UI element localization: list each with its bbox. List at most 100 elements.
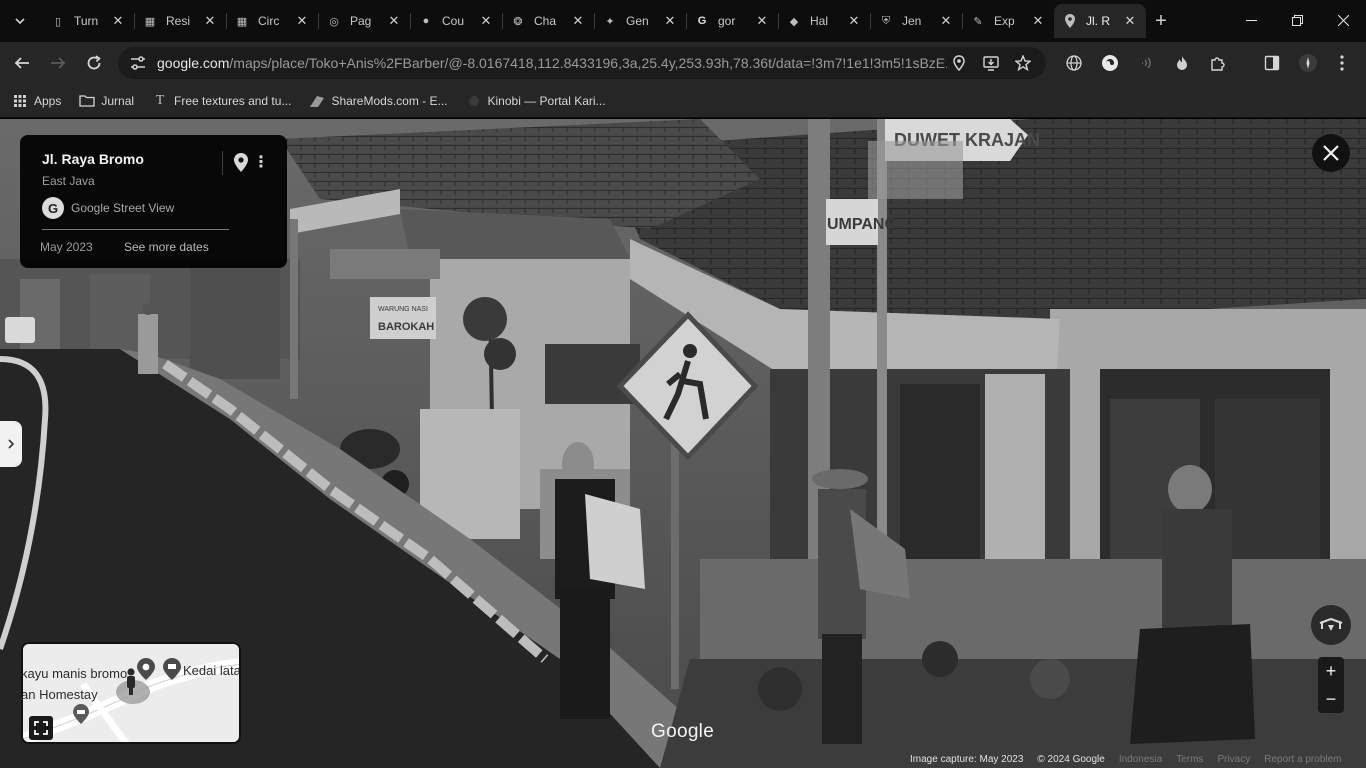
restore-icon [1291, 14, 1303, 26]
tab[interactable]: ▯ Turn ✕ [42, 4, 134, 38]
country-link[interactable]: Indonesia [1119, 754, 1162, 765]
grid-icon [12, 93, 28, 109]
location-title: Jl. Raya Bromo [42, 151, 144, 167]
minimize-icon [1245, 19, 1257, 21]
privacy-link[interactable]: Privacy [1217, 754, 1250, 765]
zoom-out-button[interactable]: − [1318, 685, 1344, 713]
forward-button[interactable] [44, 49, 72, 77]
see-more-dates-link[interactable]: See more dates [124, 240, 209, 254]
hotel-pin-icon[interactable] [73, 704, 89, 724]
tab[interactable]: G gor ✕ [686, 4, 778, 38]
zoom-controls: + − [1318, 657, 1344, 713]
bookmarks-bar: Apps Jurnal T Free textures and tu... Sh… [0, 84, 1366, 118]
pegman-icon[interactable] [125, 668, 137, 696]
zoom-in-button[interactable]: + [1318, 657, 1344, 685]
close-tab-icon[interactable]: ✕ [478, 13, 494, 29]
audio-extension-button[interactable] [1132, 49, 1160, 77]
qr-icon: ▦ [144, 15, 156, 28]
tab-title: Pag [350, 14, 372, 28]
fire-extension-button[interactable] [1168, 49, 1196, 77]
install-app-icon[interactable] [980, 52, 1002, 74]
tab[interactable]: ✎ Exp ✕ [962, 4, 1054, 38]
map-pin-icon[interactable] [230, 151, 252, 173]
bookmark-free-textures[interactable]: T Free textures and tu... [152, 93, 292, 109]
location-pin-icon[interactable] [948, 52, 970, 74]
google-logo-icon: G [42, 197, 64, 219]
close-tab-icon[interactable]: ✕ [1122, 13, 1138, 29]
report-problem-link[interactable]: Report a problem [1264, 754, 1341, 765]
bookmark-sharemods[interactable]: ShareMods.com - E... [309, 93, 448, 109]
shop-sign-line2: BAROKAH [378, 321, 434, 333]
expand-map-button[interactable] [29, 716, 53, 740]
expand-side-panel-button[interactable] [0, 421, 22, 467]
url-path: /maps/place/Toko+Anis%2FBarber/@-8.01674… [229, 55, 947, 71]
translate-extension-button[interactable] [1060, 49, 1088, 77]
close-tab-icon[interactable]: ✕ [846, 13, 862, 29]
close-window-button[interactable] [1320, 0, 1366, 40]
tab[interactable]: ◆ Hal ✕ [778, 4, 870, 38]
sound-waves-icon [1142, 57, 1151, 69]
tab[interactable]: ◎ Pag ✕ [318, 4, 410, 38]
street-view-panorama[interactable]: DUWET KRAJAN UMPANG WARUNG NASI BAROKAH [0, 119, 1366, 768]
puzzle-icon: ✎ [973, 15, 983, 28]
bookmark-folder-jurnal[interactable]: Jurnal [79, 93, 134, 109]
tab[interactable]: ▦ Circ ✕ [226, 4, 318, 38]
tab-strip: ▯ Turn ✕ ▦ Resi ✕ ▦ Circ ✕ ◎ Pag ✕ ● Cou… [0, 0, 1366, 42]
tab-active[interactable]: Jl. R ✕ [1054, 4, 1146, 38]
extensions-button[interactable] [1204, 49, 1232, 77]
extension-button[interactable] [1096, 49, 1124, 77]
location-region: East Java [42, 174, 95, 188]
close-tab-icon[interactable]: ✕ [938, 13, 954, 29]
restore-button[interactable] [1274, 0, 1320, 40]
address-bar[interactable]: google.com/maps/place/Toko+Anis%2FBarber… [118, 47, 1046, 79]
close-tab-icon[interactable]: ✕ [202, 13, 218, 29]
browser-toolbar: google.com/maps/place/Toko+Anis%2FBarber… [0, 42, 1366, 84]
browser-menu-button[interactable] [1328, 49, 1356, 77]
close-tab-icon[interactable]: ✕ [662, 13, 678, 29]
side-panel-icon [1264, 55, 1280, 71]
tab[interactable]: ✦ Gen ✕ [594, 4, 686, 38]
chevron-right-icon [8, 439, 14, 449]
close-street-view-button[interactable] [1312, 134, 1350, 172]
reload-button[interactable] [80, 49, 108, 77]
minimize-button[interactable] [1228, 0, 1274, 40]
tab[interactable]: ⛨ Jen ✕ [870, 4, 962, 38]
bookmark-kinobi[interactable]: Kinobi — Portal Kari... [466, 93, 606, 109]
more-options-icon[interactable]: ⋮ [252, 151, 270, 173]
close-icon [1323, 145, 1339, 161]
minimap-place-label: Kedai lata [183, 663, 241, 678]
close-tab-icon[interactable]: ✕ [1030, 13, 1046, 29]
side-panel-button[interactable] [1258, 49, 1286, 77]
close-tab-icon[interactable]: ✕ [386, 13, 402, 29]
bookmark-apps[interactable]: Apps [12, 93, 61, 109]
compass-button[interactable] [1311, 605, 1351, 645]
new-tab-button[interactable]: + [1148, 8, 1174, 34]
tab-title: Hal [810, 14, 829, 28]
tab-search-button[interactable] [6, 7, 34, 35]
image-capture-date: Image capture: May 2023 [910, 753, 1024, 765]
minimap[interactable]: kayu manis bromo an Homestay Kedai lata [21, 642, 241, 744]
site-info-icon[interactable] [126, 51, 150, 75]
avatar [1299, 54, 1317, 72]
restaurant-pin-icon[interactable] [163, 658, 181, 680]
qr-icon: ▦ [236, 15, 248, 28]
maps-pin-icon [1062, 13, 1078, 29]
bookmark-star-icon[interactable] [1012, 52, 1034, 74]
close-tab-icon[interactable]: ✕ [754, 13, 770, 29]
back-button[interactable] [8, 49, 36, 77]
tab[interactable]: ▦ Resi ✕ [134, 4, 226, 38]
minimap-place-label: kayu manis bromo [21, 666, 128, 681]
fullscreen-icon [34, 721, 48, 735]
tab[interactable]: ❂ Cha ✕ [502, 4, 594, 38]
close-tab-icon[interactable]: ✕ [294, 13, 310, 29]
close-tab-icon[interactable]: ✕ [570, 13, 586, 29]
close-tab-icon[interactable]: ✕ [110, 13, 126, 29]
tab[interactable]: ● Cou ✕ [410, 4, 502, 38]
tab-title: Jl. R [1086, 14, 1110, 28]
terms-link[interactable]: Terms [1176, 754, 1203, 765]
map-pin-icon[interactable] [137, 658, 155, 680]
tab-title: Turn [74, 14, 99, 28]
capture-date: May 2023 [40, 240, 93, 254]
profile-button[interactable] [1294, 49, 1322, 77]
shop-sign-line1: WARUNG NASI [378, 306, 428, 313]
